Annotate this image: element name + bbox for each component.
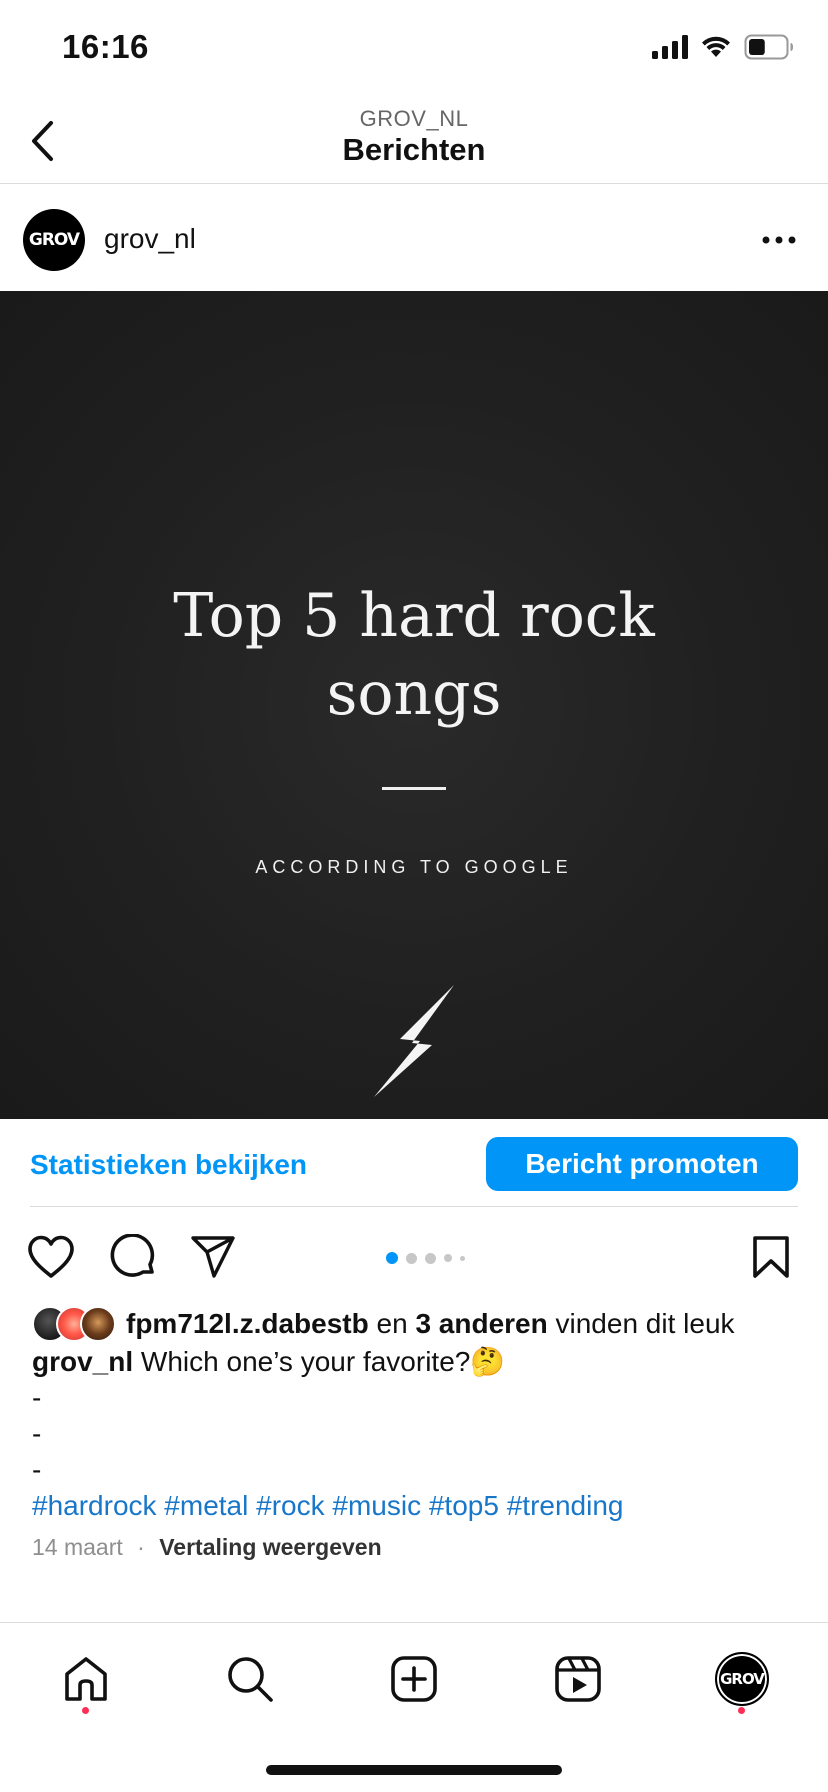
hashtag-link[interactable]: #rock — [256, 1490, 324, 1521]
tab-search[interactable] — [220, 1649, 280, 1709]
view-insights-link[interactable]: Statistieken bekijken — [30, 1149, 307, 1181]
profile-avatar: GROV — [715, 1652, 769, 1706]
home-indicator — [266, 1765, 562, 1775]
hashtag-link[interactable]: #music — [332, 1490, 421, 1521]
carousel-dot — [460, 1255, 465, 1261]
carousel-dot-active — [386, 1252, 398, 1264]
status-icons — [652, 34, 794, 60]
comment-icon — [110, 1234, 155, 1277]
hashtag-link[interactable]: #hardrock — [32, 1490, 157, 1521]
status-time: 16:16 — [62, 28, 149, 65]
image-title-line-1: Top 5 hard rock — [173, 581, 655, 651]
home-notification-dot — [82, 1707, 89, 1714]
carousel-dot — [444, 1254, 452, 1262]
send-icon — [191, 1236, 235, 1278]
like-button[interactable] — [26, 1232, 76, 1282]
hashtag-link[interactable]: #top5 — [429, 1490, 499, 1521]
bookmark-icon — [753, 1236, 789, 1278]
caption-text: Which one’s your favorite?🤔 — [140, 1346, 506, 1377]
carousel-dot — [406, 1252, 417, 1264]
post-image[interactable]: Top 5 hard rock songs ACCORDING TO GOOGL… — [0, 291, 828, 1119]
page-title: Berichten — [342, 132, 486, 167]
cellular-signal-icon — [652, 35, 688, 59]
meta-separator: · — [137, 1534, 145, 1560]
heart-icon — [28, 1235, 74, 1278]
liker-avatars — [32, 1306, 116, 1342]
avatar[interactable]: GROV — [23, 209, 85, 271]
post-header: GROV grov_nl — [0, 185, 828, 291]
tab-home[interactable] — [56, 1649, 116, 1709]
post-meta: 14 maart · Vertaling weergeven — [32, 1534, 382, 1561]
post-caption: grov_nl Which one’s your favorite?🤔 - - … — [32, 1344, 802, 1524]
profile-notification-dot — [738, 1707, 745, 1714]
carousel-dot — [425, 1252, 436, 1264]
insights-bar: Statistieken bekijken Bericht promoten — [0, 1119, 828, 1207]
caption-dash: - — [32, 1382, 42, 1413]
likes-others[interactable]: 3 anderen — [415, 1308, 547, 1339]
status-bar: 16:16 — [0, 0, 828, 100]
caption-username[interactable]: grov_nl — [32, 1346, 133, 1377]
comment-button[interactable] — [108, 1232, 158, 1282]
image-title: Top 5 hard rock songs — [0, 577, 828, 733]
battery-icon — [744, 34, 793, 60]
carousel-indicator — [386, 1252, 465, 1264]
promote-post-button[interactable]: Bericht promoten — [486, 1137, 798, 1191]
likes-connector: en — [376, 1308, 408, 1339]
hashtag-list: #hardrock #metal #rock #music #top5 #tre… — [32, 1488, 802, 1524]
image-subtitle: ACCORDING TO GOOGLE — [255, 857, 573, 877]
search-icon — [228, 1657, 273, 1702]
reels-icon — [555, 1656, 601, 1702]
more-options-button[interactable] — [754, 225, 804, 255]
tab-reels[interactable] — [548, 1649, 608, 1709]
caption-dash: - — [32, 1454, 42, 1485]
bottom-tab-bar: GROV — [0, 1622, 828, 1792]
nav-header: GROV_NL Berichten — [0, 100, 828, 184]
hashtag-link[interactable]: #trending — [507, 1490, 624, 1521]
likes-suffix: vinden dit leuk — [555, 1308, 735, 1339]
image-divider — [382, 787, 446, 790]
wifi-icon — [702, 36, 730, 57]
lightning-bolt-icon — [374, 985, 454, 1097]
tab-create[interactable] — [384, 1649, 444, 1709]
caption-dash: - — [32, 1418, 42, 1449]
share-button[interactable] — [188, 1232, 238, 1282]
nav-subtitle: GROV_NL — [359, 106, 469, 131]
image-title-line-2: songs — [326, 659, 502, 729]
save-button[interactable] — [746, 1232, 796, 1282]
tab-profile[interactable]: GROV — [712, 1649, 772, 1709]
divider — [30, 1206, 798, 1207]
hashtag-link[interactable]: #metal — [164, 1490, 248, 1521]
likes-summary[interactable]: fpm712l.z.dabestb en 3 anderen vinden di… — [32, 1304, 735, 1344]
more-horizontal-icon — [762, 236, 796, 244]
create-icon — [391, 1656, 437, 1702]
post-username[interactable]: grov_nl — [104, 223, 196, 255]
translate-link[interactable]: Vertaling weergeven — [159, 1534, 381, 1560]
post-date: 14 maart — [32, 1534, 123, 1560]
liker-avatar — [80, 1306, 116, 1342]
post-actions — [0, 1226, 828, 1286]
first-liker-username[interactable]: fpm712l.z.dabestb — [126, 1308, 369, 1339]
home-icon — [65, 1657, 107, 1701]
